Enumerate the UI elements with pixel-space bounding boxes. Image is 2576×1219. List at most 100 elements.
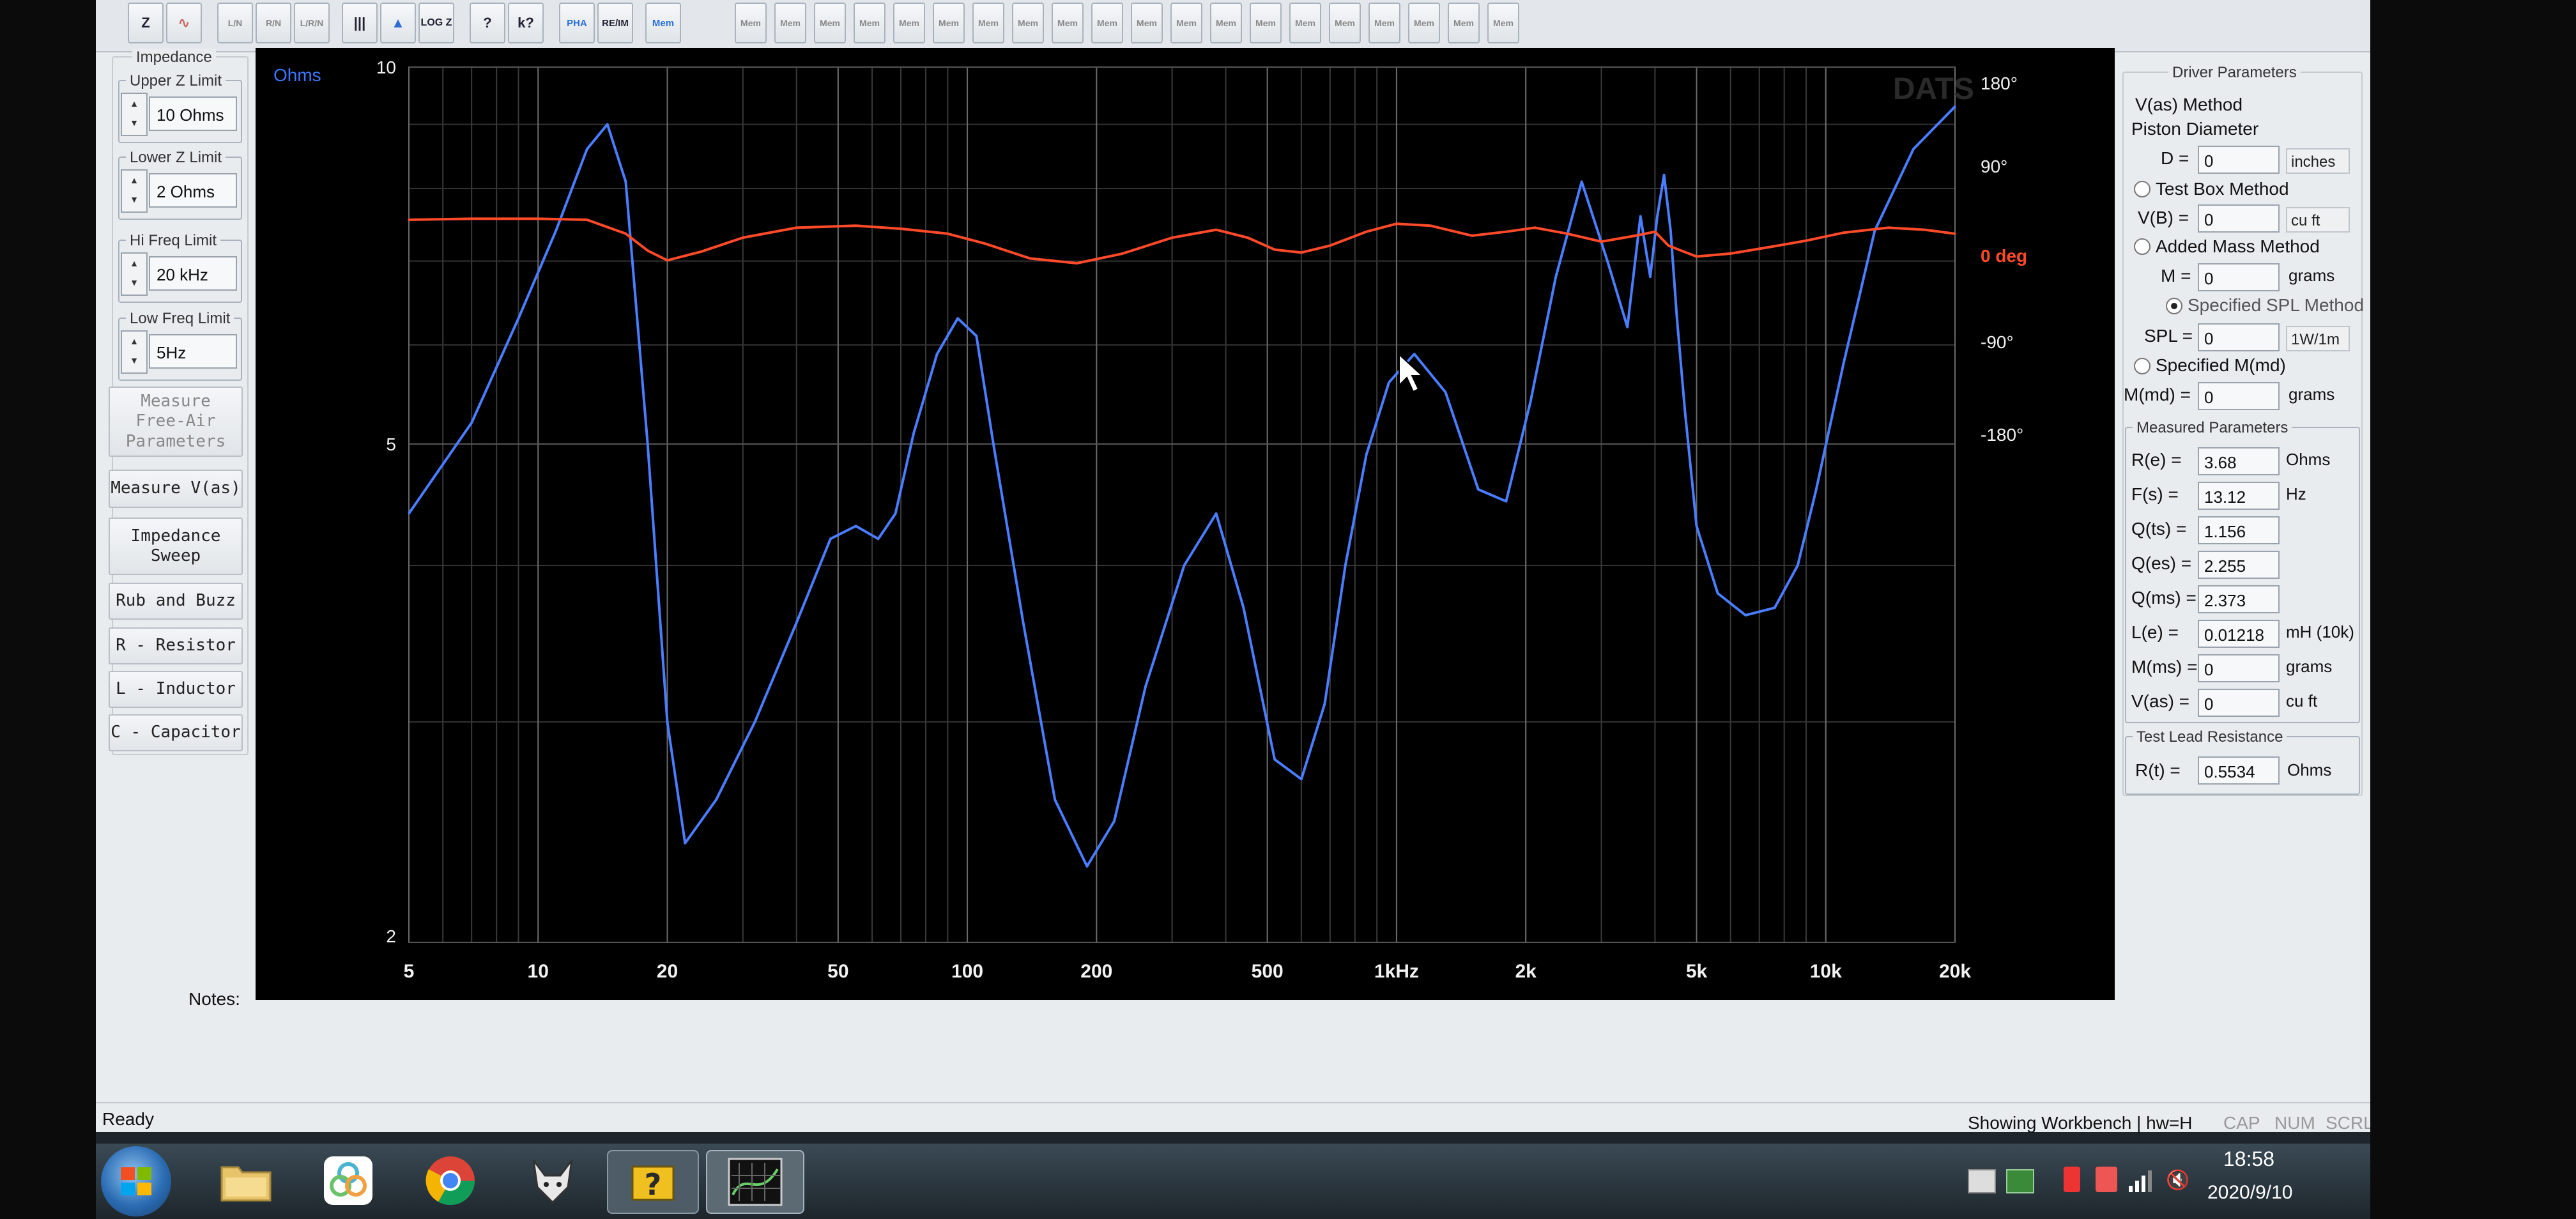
impedance-chart[interactable]: 5 10 20 50 100 200 500 1kHz 2k 5k 10k 20k 10 5 2 Ohms DA… — [256, 48, 2115, 1000]
hi-freq-spinner[interactable]: ▲ ▼ — [121, 252, 148, 296]
series-phase-point-33 — [1667, 244, 1670, 247]
foobar-taskbar-button[interactable] — [514, 1150, 591, 1211]
antivirus-icon[interactable] — [2064, 1167, 2080, 1192]
piston-diameter-label: Piston Diameter — [2131, 119, 2259, 139]
volume-muted-icon[interactable]: 🔇 — [2166, 1169, 2191, 1192]
memory-slot-10-button[interactable]: Mem — [1091, 3, 1123, 43]
measure-vas-button[interactable]: Measure V(as) — [109, 470, 243, 508]
memory-slot-15-button[interactable]: Mem — [1289, 3, 1321, 43]
impedance-mode-button[interactable]: Z — [128, 3, 164, 43]
upper-z-field[interactable]: 10 Ohms — [149, 96, 237, 131]
memory-slot-3-button[interactable]: Mem — [814, 3, 846, 43]
memory-slot-12-button[interactable]: Mem — [1170, 3, 1202, 43]
security-icon[interactable] — [2096, 1167, 2117, 1192]
memory-slot-6-button[interactable]: Mem — [933, 3, 965, 43]
series-impedance-point-19 — [956, 317, 959, 319]
measured-value-3[interactable]: 2.255 — [2198, 551, 2280, 579]
rt-field[interactable]: 0.5534 — [2198, 756, 2280, 785]
clock-time[interactable]: 18:58 — [2223, 1147, 2274, 1171]
measured-value-1[interactable]: 13.12 — [2198, 482, 2280, 510]
low-freq-spinner[interactable]: ▲ ▼ — [121, 330, 148, 374]
y-tick-label-0: 10 — [376, 57, 396, 77]
network-icon[interactable] — [2128, 1169, 2153, 1192]
memory-slot-7-button[interactable]: Mem — [972, 3, 1004, 43]
series-impedance-point-33 — [1344, 564, 1347, 567]
measure-free-air-button[interactable]: Measure Free-Air Parameters — [109, 387, 243, 457]
capacitor-button[interactable]: C - Capacitor — [109, 714, 243, 751]
measured-value-7[interactable]: 0 — [2198, 689, 2280, 717]
impedance-sweep-button[interactable]: Impedance Sweep — [109, 518, 243, 575]
notification-icon[interactable] — [1968, 1169, 1996, 1193]
measured-value-5[interactable]: 0.01218 — [2198, 620, 2280, 648]
resistor-button[interactable]: R - Resistor — [109, 627, 243, 664]
chart-button[interactable]: ▲ — [380, 3, 416, 43]
lower-z-spinner[interactable]: ▲ ▼ — [121, 169, 148, 213]
help-button[interactable]: ? — [470, 3, 505, 43]
memory-slot-1-button[interactable]: Mem — [735, 3, 767, 43]
memory-slot-18-button[interactable]: Mem — [1408, 3, 1440, 43]
spl-unit[interactable]: 1W/1m — [2286, 326, 2350, 351]
memory-slot-5-button[interactable]: Mem — [893, 3, 925, 43]
series-impedance-point-0 — [408, 512, 410, 515]
memory-slot-14-button[interactable]: Mem — [1250, 3, 1282, 43]
low-freq-field[interactable]: 5Hz — [149, 334, 237, 369]
memory-slot-2-button[interactable]: Mem — [774, 3, 806, 43]
dats-taskbar-button[interactable] — [706, 1150, 804, 1214]
memory-button[interactable]: Mem — [645, 3, 681, 43]
memory-slot-20-button[interactable]: Mem — [1487, 3, 1519, 43]
memory-slot-13-button[interactable]: Mem — [1210, 3, 1242, 43]
d-field[interactable]: 0 — [2198, 146, 2280, 174]
rub-and-buzz-button[interactable]: Rub and Buzz — [109, 583, 243, 620]
mmd-label: M(md) = — [2124, 385, 2191, 404]
help-taskbar-button[interactable]: ? — [607, 1150, 699, 1214]
upper-z-spinner[interactable]: ▲ ▼ — [121, 93, 148, 136]
measured-value-4[interactable]: 2.373 — [2198, 585, 2280, 613]
added-mass-radio[interactable] — [2134, 238, 2150, 255]
context-help-button[interactable]: k? — [508, 3, 544, 43]
memory-slot-17-button[interactable]: Mem — [1368, 3, 1400, 43]
memory-slot-11-button[interactable]: Mem — [1131, 3, 1163, 43]
lrn-button[interactable]: L/R/N — [294, 3, 330, 43]
measured-value-2[interactable]: 1.156 — [2198, 516, 2280, 544]
memory-slot-4-button[interactable]: Mem — [854, 3, 885, 43]
memory-slot-19-button[interactable]: Mem — [1448, 3, 1480, 43]
vb-unit[interactable]: cu ft — [2286, 207, 2350, 233]
waveform-button[interactable]: ∿ — [166, 3, 202, 43]
low-freq-label: Low Freq Limit — [126, 310, 234, 328]
memory-slot-16-button[interactable]: Mem — [1329, 3, 1361, 43]
ln-button[interactable]: L/N — [217, 3, 253, 43]
m-field[interactable]: 0 — [2198, 263, 2280, 291]
series-impedance-point-32 — [1323, 703, 1326, 705]
measured-value-0[interactable]: 3.68 — [2198, 447, 2280, 475]
log-z-button[interactable]: LOG Z — [418, 3, 454, 43]
file-explorer-taskbar-button[interactable] — [208, 1150, 284, 1211]
clock-date[interactable]: 2020/9/10 — [2207, 1182, 2292, 1204]
app-taskbar-button[interactable] — [310, 1150, 387, 1211]
specified-spl-radio[interactable] — [2166, 298, 2182, 314]
chrome-taskbar-button[interactable] — [412, 1150, 489, 1211]
spl-field[interactable]: 0 — [2198, 323, 2280, 351]
memory-slot-8-button[interactable]: Mem — [1012, 3, 1044, 43]
notes-area[interactable] — [256, 1009, 2364, 1105]
mmd-field[interactable]: 0 — [2198, 382, 2280, 410]
lower-z-field[interactable]: 2 Ohms — [149, 173, 237, 208]
status-scrl: SCRL — [2326, 1113, 2370, 1133]
d-unit[interactable]: inches — [2286, 148, 2350, 174]
specified-mmd-radio[interactable] — [2134, 358, 2150, 374]
bars-button[interactable]: ||| — [342, 3, 378, 43]
rn-button[interactable]: R/N — [256, 3, 291, 43]
x-tick-label-2: 20 — [657, 961, 678, 982]
svg-text:?: ? — [645, 1167, 662, 1202]
nvidia-icon[interactable] — [2006, 1169, 2034, 1193]
measured-value-6[interactable]: 0 — [2198, 654, 2280, 682]
memory-slot-9-button[interactable]: Mem — [1052, 3, 1084, 43]
start-button[interactable] — [101, 1146, 171, 1216]
phase-button[interactable]: PHA — [559, 3, 595, 43]
hi-freq-field[interactable]: 20 kHz — [149, 256, 237, 291]
vb-field[interactable]: 0 — [2198, 204, 2280, 233]
inductor-button[interactable]: L - Inductor — [109, 671, 243, 708]
lower-z-group: Lower Z Limit ▲ ▼ 2 Ohms — [118, 149, 242, 220]
x-tick-label-11: 20k — [1939, 961, 1971, 982]
re-im-button[interactable]: RE/IM — [597, 3, 633, 43]
test-box-radio[interactable] — [2134, 181, 2150, 197]
